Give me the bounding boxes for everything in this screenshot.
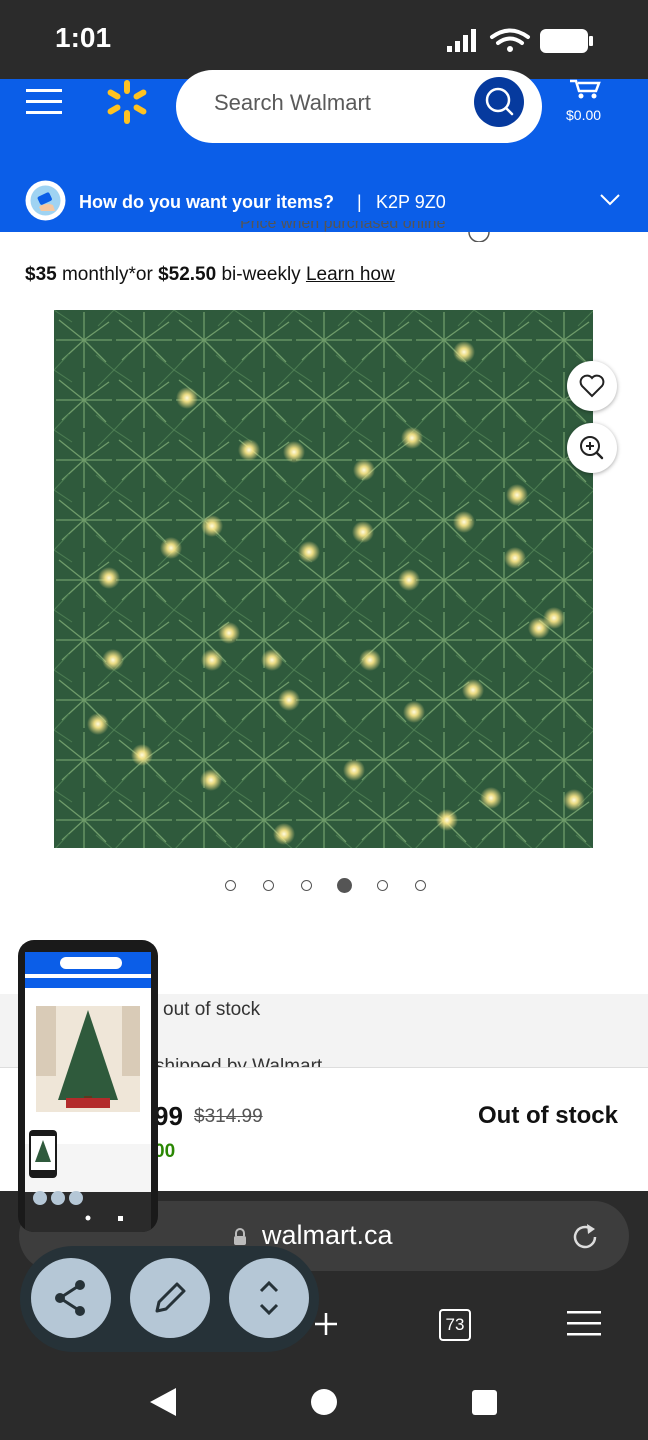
wifi-icon <box>490 28 530 45</box>
search-input[interactable]: Search Walmart <box>176 70 542 143</box>
status-time: 1:01 <box>55 22 112 53</box>
recents-icon[interactable] <box>472 1390 497 1415</box>
tree-light <box>238 439 260 461</box>
christmas-tree-closeup <box>54 310 593 848</box>
tree-light <box>343 759 365 781</box>
tree-light <box>283 441 305 463</box>
delivery-icon <box>25 180 66 221</box>
tree-light <box>273 823 295 845</box>
carousel-dot[interactable] <box>262 880 274 891</box>
reload-icon[interactable] <box>569 1221 601 1253</box>
biweekly-label: bi-weekly <box>216 264 306 285</box>
carousel-dot[interactable] <box>376 880 388 891</box>
edit-button[interactable] <box>130 1258 210 1338</box>
tree-light <box>200 769 222 791</box>
tree-light <box>398 569 420 591</box>
tree-light <box>298 541 320 563</box>
tree-light <box>201 649 223 671</box>
tree-light <box>453 511 475 533</box>
carousel-dot[interactable] <box>336 878 352 893</box>
product-image[interactable] <box>54 310 593 848</box>
shipped-clip: shipped by Walmart <box>155 1058 355 1067</box>
tree-light <box>278 689 300 711</box>
search-placeholder: Search Walmart <box>214 90 371 115</box>
delivery-separator: | <box>357 192 362 212</box>
search-button[interactable] <box>474 77 524 127</box>
tree-light <box>528 617 550 639</box>
thumbnail-preview <box>25 952 151 1232</box>
info-icon[interactable] <box>468 232 490 242</box>
tree-light <box>480 787 502 809</box>
tree-light <box>359 649 381 671</box>
current-price: 99 <box>154 1101 183 1131</box>
tree-light <box>462 679 484 701</box>
shipped-by-label: shipped by Walmart <box>155 1058 355 1067</box>
pencil-icon <box>155 1282 186 1313</box>
back-icon[interactable] <box>150 1388 176 1416</box>
tree-light <box>352 521 374 543</box>
share-button[interactable] <box>31 1258 111 1338</box>
tree-light <box>131 744 153 766</box>
tree-light <box>436 809 458 831</box>
monthly-amount: $35 <box>25 264 57 285</box>
tree-light <box>98 567 120 589</box>
menu-icon[interactable] <box>26 89 62 115</box>
monthly-label: monthly*or <box>56 264 159 285</box>
cart-total[interactable]: $0.00 <box>566 107 601 123</box>
tree-light <box>201 515 223 537</box>
tree-light <box>453 341 475 363</box>
zoom-in-icon <box>580 436 604 460</box>
walmart-spark-logo[interactable] <box>105 79 149 125</box>
price-note-clip: Price when purchased online <box>240 221 500 232</box>
tree-light <box>102 649 124 671</box>
home-icon[interactable] <box>310 1388 338 1416</box>
installment-info: $35 monthly*or $52.50 bi-weekly Learn ho… <box>25 264 395 286</box>
was-price: $314.99 <box>194 1106 263 1127</box>
biweekly-amount: $52.50 <box>158 264 217 285</box>
zoom-button[interactable] <box>567 423 617 473</box>
delivery-question: How do you want your items? <box>79 192 335 212</box>
carousel-dot[interactable] <box>300 880 312 891</box>
browser-menu-icon[interactable] <box>567 1310 601 1338</box>
learn-how-link[interactable]: Learn how <box>306 264 395 285</box>
tree-light <box>563 789 585 811</box>
tree-light <box>87 713 109 735</box>
url-text[interactable]: walmart.ca <box>262 1220 393 1251</box>
share-icon <box>55 1280 85 1316</box>
chevron-down-icon[interactable] <box>599 193 621 207</box>
expand-icon <box>259 1280 279 1316</box>
tree-light <box>176 387 198 409</box>
battery-icon <box>540 29 593 53</box>
heart-icon <box>579 374 605 398</box>
screenshot-thumbnail[interactable] <box>18 940 158 1232</box>
availability-status: out of stock <box>163 999 261 1020</box>
carousel-dot[interactable] <box>414 880 426 891</box>
lock-icon <box>234 1228 246 1245</box>
tree-light <box>160 537 182 559</box>
price-note: Price when purchased online <box>240 221 446 232</box>
tree-light <box>506 484 528 506</box>
tree-light <box>353 459 375 481</box>
tab-count-button[interactable]: 73 <box>439 1309 471 1341</box>
tree-light <box>218 622 240 644</box>
new-tab-icon[interactable] <box>314 1312 338 1336</box>
search-icon <box>485 87 514 116</box>
favorite-button[interactable] <box>567 361 617 411</box>
cart-icon[interactable] <box>568 79 602 99</box>
tree-light <box>261 649 283 671</box>
tree-light <box>401 427 423 449</box>
out-of-stock-label: Out of stock <box>478 1102 619 1129</box>
status-icons <box>447 28 593 53</box>
tree-light <box>504 547 526 569</box>
scroll-capture-button[interactable] <box>229 1258 309 1338</box>
tree-light <box>403 701 425 723</box>
postal-code: K2P 9Z0 <box>376 192 446 212</box>
carousel-dot[interactable] <box>224 880 236 891</box>
signal-icon <box>447 29 476 52</box>
